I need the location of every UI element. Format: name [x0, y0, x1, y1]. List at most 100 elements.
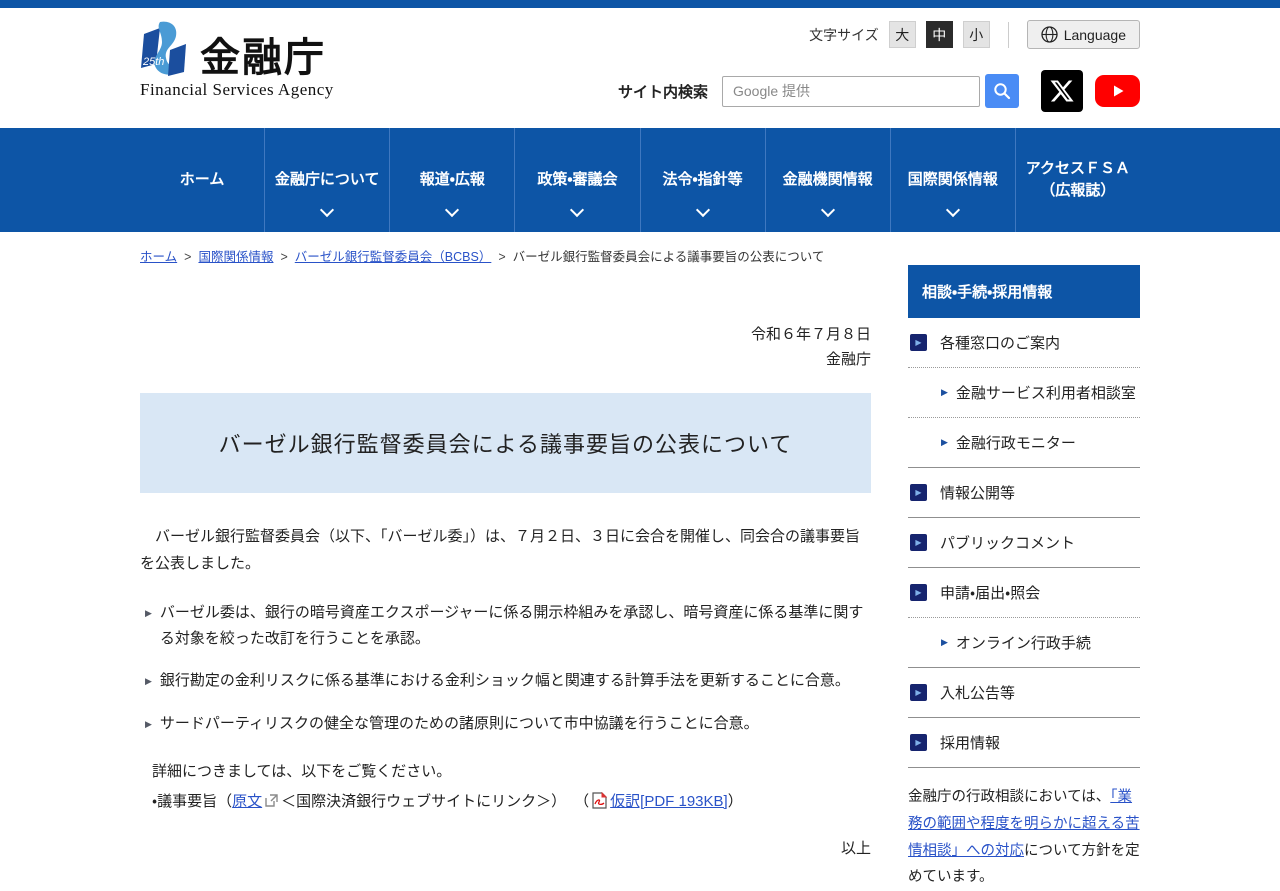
breadcrumb-separator: > — [184, 250, 191, 264]
list-item: ▶ 銀行勘定の金利リスクに係る基準における金利ショック幅と関連する計算手法を更新… — [140, 668, 871, 694]
nav-label: 政策・審議会 — [537, 169, 617, 192]
doc-line-close-paren: ） — [728, 790, 743, 811]
nav-label: 法令・指針等 — [663, 169, 743, 192]
arrow-square-icon: ▶ — [910, 734, 927, 751]
sidebar-item-contact-desks[interactable]: ▶ 各種窓口のご案内 — [908, 318, 1140, 368]
sidebar-item-label: 金融サービス利用者相談室 — [956, 382, 1136, 403]
article-date: 令和６年７月８日 — [140, 323, 871, 348]
arrow-icon: ▶ — [941, 637, 948, 648]
sidebar-item-consumer-consultation[interactable]: ▶ 金融サービス利用者相談室 — [908, 368, 1140, 418]
document-links-line: ・議事要旨（ 原文 ＜国際決済銀行ウェブサイトにリンク＞） （ 仮訳[PDF 1… — [140, 790, 871, 811]
breadcrumb: ホーム>国際関係情報>バーゼル銀行監督委員会（BCBS）>バーゼル銀行監督委員会… — [140, 246, 1140, 265]
doc-line-prefix: ・議事要旨（ — [152, 790, 232, 811]
nav-label: ホーム — [180, 169, 225, 192]
font-size-medium-button[interactable]: 中 — [926, 21, 953, 48]
chevron-down-icon — [445, 203, 459, 217]
sidebar-item-label: 採用情報 — [940, 732, 1000, 753]
breadcrumb-bcbs[interactable]: バーゼル銀行監督委員会（BCBS） — [295, 250, 492, 264]
youtube-social-button[interactable] — [1095, 75, 1140, 107]
sidebar-item-online-procedures[interactable]: ▶ オンライン行政手続 — [908, 618, 1140, 668]
arrow-icon: ▶ — [941, 387, 948, 398]
sidebar-item-label: 申請・届出・照会 — [940, 582, 1040, 603]
nav-label: 金融庁について — [275, 169, 380, 192]
chevron-down-icon — [320, 203, 334, 217]
nav-financial-institutions[interactable]: 金融機関情報 — [765, 128, 890, 232]
sidebar-title[interactable]: 相談・手続・採用情報 — [908, 265, 1140, 318]
font-size-label: 文字サイズ — [809, 25, 879, 45]
sidebar-item-recruitment[interactable]: ▶ 採用情報 — [908, 718, 1140, 768]
x-social-button[interactable] — [1041, 70, 1083, 112]
arrow-square-icon: ▶ — [910, 484, 927, 501]
arrow-square-icon: ▶ — [910, 334, 927, 351]
pdf-file-icon — [592, 792, 607, 809]
external-link-icon — [265, 794, 278, 807]
sidebar-note-pre: 金融庁の行政相談においては、 — [908, 789, 1110, 805]
chevron-down-icon — [821, 203, 835, 217]
logo-subtitle: Financial Services Agency — [140, 80, 334, 100]
sidebar-note: 金融庁の行政相談においては、「業務の範囲や程度を明らかに超える苦情相談」への対応… — [908, 784, 1140, 891]
chevron-down-icon — [695, 203, 709, 217]
breadcrumb-current-page: バーゼル銀行監督委員会による議事要旨の公表について — [513, 250, 825, 264]
nav-policy-councils[interactable]: 政策・審議会 — [514, 128, 639, 232]
search-icon — [993, 82, 1011, 100]
page-title: バーゼル銀行監督委員会による議事要旨の公表について — [219, 427, 793, 459]
nav-press-pr[interactable]: 報道・広報 — [389, 128, 514, 232]
nav-label: アクセスＦＳＡ （広報誌） — [1026, 158, 1130, 203]
article-content: 令和６年７月８日 金融庁 バーゼル銀行監督委員会による議事要旨の公表について バ… — [140, 265, 871, 891]
sidebar-item-information-disclosure[interactable]: ▶ 情報公開等 — [908, 468, 1140, 518]
logo-title: 金融庁 — [200, 38, 326, 78]
doc-line-mid: ＜国際決済銀行ウェブサイトにリンク＞） — [281, 790, 566, 811]
emblem-25th-label: 25th — [142, 56, 164, 68]
article-intro: バーゼル銀行監督委員会（以下、「バーゼル委」）は、７月２日、３日に会合を開催し、… — [140, 523, 871, 579]
sidebar-item-applications[interactable]: ▶ 申請・届出・照会 — [908, 568, 1140, 618]
nav-about-fsa[interactable]: 金融庁について — [264, 128, 389, 232]
site-search-input[interactable] — [722, 76, 980, 107]
triangle-bullet-icon: ▶ — [145, 674, 152, 694]
nav-access-fsa[interactable]: アクセスＦＳＡ （広報誌） — [1015, 128, 1140, 232]
title-box: バーゼル銀行監督委員会による議事要旨の公表について — [140, 393, 871, 493]
font-size-large-button[interactable]: 大 — [889, 21, 916, 48]
arrow-square-icon: ▶ — [910, 534, 927, 551]
list-item: ▶ サードパーティリスクの健全な管理のための諸原則について市中協議を行うことに合… — [140, 711, 871, 737]
article-agency: 金融庁 — [140, 348, 871, 373]
arrow-square-icon: ▶ — [910, 684, 927, 701]
breadcrumb-home[interactable]: ホーム — [140, 250, 177, 264]
sidebar-item-public-comment[interactable]: ▶ パブリックコメント — [908, 518, 1140, 568]
site-header: 25th 金融庁 Financial Services Agency 文字サイズ… — [0, 8, 1280, 128]
sidebar-item-label: オンライン行政手続 — [956, 632, 1091, 653]
breadcrumb-international[interactable]: 国際関係情報 — [198, 250, 273, 264]
fsa-logo[interactable]: 25th 金融庁 Financial Services Agency — [140, 20, 334, 100]
globe-icon — [1041, 26, 1058, 43]
provisional-translation-pdf-link[interactable]: 仮訳[PDF 193KB] — [610, 790, 728, 811]
top-accent-strip — [0, 0, 1280, 8]
breadcrumb-separator: > — [498, 250, 505, 264]
x-icon — [1050, 79, 1074, 103]
language-button[interactable]: Language — [1027, 20, 1140, 49]
nav-home[interactable]: ホーム — [140, 128, 264, 232]
header-divider — [1008, 22, 1009, 48]
nav-laws-guidelines[interactable]: 法令・指針等 — [640, 128, 765, 232]
triangle-bullet-icon: ▶ — [145, 606, 152, 651]
nav-label: 金融機関情報 — [783, 169, 873, 192]
original-text-link[interactable]: 原文 — [232, 790, 262, 811]
sidebar-item-label: 金融行政モニター — [956, 432, 1076, 453]
language-label: Language — [1064, 27, 1126, 43]
triangle-bullet-icon: ▶ — [145, 717, 152, 737]
nav-label: 報道・広報 — [420, 169, 485, 192]
search-button[interactable] — [985, 74, 1019, 108]
youtube-play-icon — [1110, 83, 1126, 99]
list-item-text: バーゼル委は、銀行の暗号資産エクスポージャーに係る開示枠組みを承認し、暗号資産に… — [160, 600, 871, 651]
column-gap — [871, 265, 908, 891]
nav-label: 国際関係情報 — [908, 169, 998, 192]
chevron-down-icon — [570, 203, 584, 217]
chevron-down-icon — [946, 203, 960, 217]
sidebar-item-label: パブリックコメント — [940, 532, 1075, 553]
list-item: ▶ バーゼル委は、銀行の暗号資産エクスポージャーに係る開示枠組みを承認し、暗号資… — [140, 600, 871, 651]
sidebar: 相談・手続・採用情報 ▶ 各種窓口のご案内 ▶ 金融サービス利用者相談室 ▶ 金… — [908, 265, 1140, 891]
arrow-square-icon: ▶ — [910, 584, 927, 601]
sidebar-item-procurement[interactable]: ▶ 入札公告等 — [908, 668, 1140, 718]
sidebar-item-administration-monitor[interactable]: ▶ 金融行政モニター — [908, 418, 1140, 468]
list-item-text: 銀行勘定の金利リスクに係る基準における金利ショック幅と関連する計算手法を更新する… — [160, 668, 850, 694]
font-size-small-button[interactable]: 小 — [963, 21, 990, 48]
nav-international[interactable]: 国際関係情報 — [890, 128, 1015, 232]
